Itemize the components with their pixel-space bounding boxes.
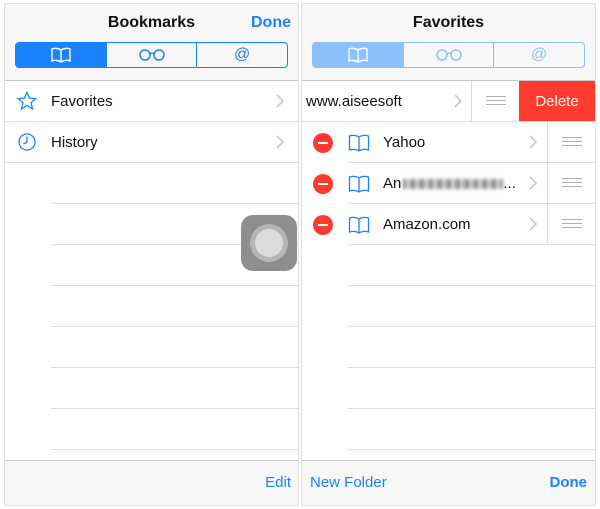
favorites-panel: Favorites @ www.aiseesoft Delete Yahoo A… [302, 4, 595, 505]
delete-toggle-icon[interactable] [313, 215, 333, 235]
bookmarks-toolbar: Edit [5, 460, 298, 505]
list-item-label: History [51, 134, 98, 151]
list-item-label: An... [383, 175, 516, 192]
bookmarks-list: Favorites History [5, 81, 298, 491]
chevron-right-icon [529, 135, 537, 149]
list-item-history[interactable]: History [5, 122, 298, 163]
list-item-label: www.aiseesoft [306, 93, 402, 110]
tab-reading-list[interactable] [105, 43, 197, 67]
book-icon [348, 216, 370, 234]
reorder-handle[interactable] [547, 163, 595, 203]
page-title: Favorites [412, 14, 485, 31]
book-icon [51, 47, 71, 63]
at-icon: @ [234, 46, 251, 63]
favorites-segmented-control: @ [312, 42, 585, 68]
done-button[interactable]: Done [550, 474, 588, 491]
book-icon [348, 47, 368, 63]
star-icon [17, 91, 37, 111]
delete-toggle-icon[interactable] [313, 133, 333, 153]
favorites-toolbar: New Folder Done [302, 460, 595, 505]
glasses-icon [435, 49, 462, 61]
favorites-list: www.aiseesoft Delete Yahoo An ... Amazon… [302, 81, 595, 491]
empty-row [348, 327, 595, 368]
reorder-handle[interactable] [547, 122, 595, 162]
chevron-right-icon [454, 94, 462, 108]
chevron-right-icon [529, 176, 537, 190]
bookmarks-nav-bar: Bookmarks Done @ [5, 4, 298, 81]
chevron-right-icon [276, 94, 284, 108]
chevron-right-icon [276, 135, 284, 149]
clock-icon [18, 133, 36, 151]
book-icon [348, 175, 370, 193]
edit-button[interactable]: Edit [265, 474, 291, 491]
reorder-handle[interactable] [471, 81, 519, 121]
bookmarks-segmented-control: @ [15, 42, 288, 68]
empty-row [348, 409, 595, 450]
empty-row [51, 327, 298, 368]
list-item-swiped[interactable]: www.aiseesoft Delete [302, 81, 595, 122]
empty-row [348, 286, 595, 327]
tab-bookmarks[interactable] [16, 43, 106, 67]
empty-row [51, 409, 298, 450]
blurred-text [403, 179, 504, 190]
list-item-favorites[interactable]: Favorites [5, 81, 298, 122]
list-item-amazon[interactable]: Amazon.com [302, 204, 595, 245]
delete-button[interactable]: Delete [519, 81, 595, 121]
reorder-handle[interactable] [547, 204, 595, 244]
book-icon [348, 134, 370, 152]
empty-row [348, 368, 595, 409]
list-item-label: Amazon.com [383, 216, 471, 233]
list-item-label: Favorites [51, 93, 113, 110]
list-item-label: Yahoo [383, 134, 426, 151]
list-item-yahoo[interactable]: Yahoo [302, 122, 595, 163]
empty-row [348, 245, 595, 286]
tab-bookmarks[interactable] [313, 43, 403, 67]
done-button[interactable]: Done [251, 14, 291, 32]
empty-row [51, 286, 298, 327]
tab-shared-links[interactable]: @ [493, 43, 584, 67]
delete-toggle-icon[interactable] [313, 174, 333, 194]
list-item-blurred[interactable]: An... [302, 163, 595, 204]
tab-shared-links[interactable]: @ [196, 43, 287, 67]
favorites-nav-bar: Favorites @ [302, 4, 595, 81]
empty-row [51, 368, 298, 409]
chevron-right-icon [529, 217, 537, 231]
empty-row [51, 163, 298, 204]
glasses-icon [138, 49, 165, 61]
at-icon: @ [531, 46, 548, 63]
tab-reading-list[interactable] [402, 43, 494, 67]
new-folder-button[interactable]: New Folder [310, 474, 387, 491]
assistive-touch-button[interactable] [241, 215, 297, 271]
